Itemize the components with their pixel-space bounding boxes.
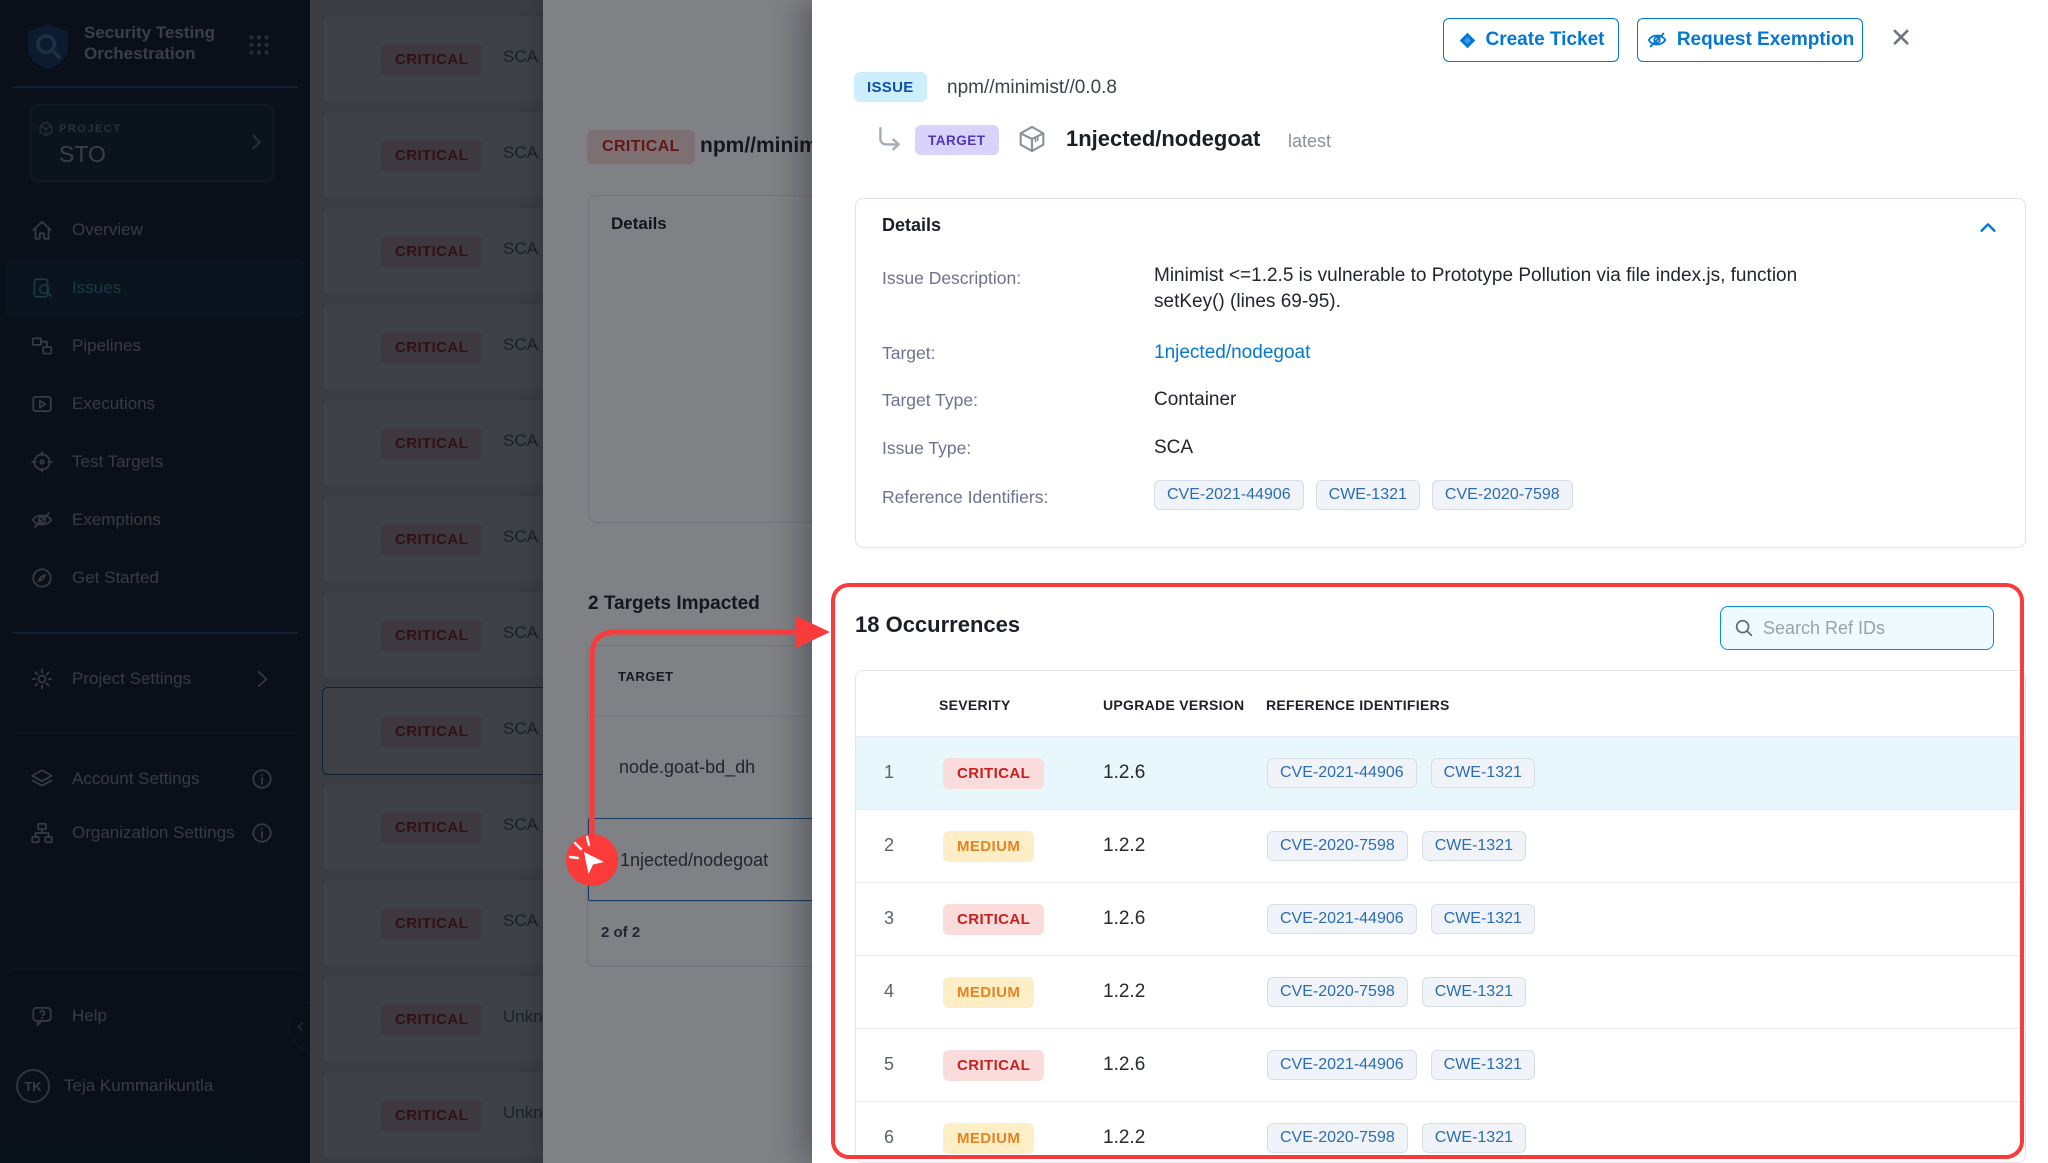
field-label: Issue Description: xyxy=(882,268,1021,289)
eye-off-icon xyxy=(1646,29,1668,51)
occurrence-detail-drawer: Create Ticket Request Exemption ✕ ISSUE … xyxy=(812,0,2048,1163)
upgrade-version: 1.2.6 xyxy=(1103,762,1145,784)
search-icon xyxy=(1733,617,1755,639)
app-root: Security Testing Orchestration PROJECT S… xyxy=(0,0,2048,1163)
details-heading: Details xyxy=(882,215,941,236)
ref-id-chip[interactable]: CWE-1321 xyxy=(1431,758,1535,788)
issue-kind-badge: ISSUE xyxy=(854,72,927,102)
reference-identifier-chips: CVE-2021-44906 CWE-1321 xyxy=(1267,758,1535,788)
target-type-value: Container xyxy=(1154,387,1236,413)
issue-id: npm//minimist//0.0.8 xyxy=(947,77,1117,99)
occurrence-row[interactable]: 4 MEDIUM 1.2.2 CVE-2020-7598 CWE-1321 xyxy=(856,955,2026,1028)
return-arrow-icon xyxy=(875,126,903,152)
reference-identifier-chips: CVE-2020-7598 CWE-1321 xyxy=(1267,977,1526,1007)
chevron-up-icon[interactable] xyxy=(1977,217,1999,239)
row-number: 2 xyxy=(884,835,894,856)
column-header: REFERENCE IDENTIFIERS xyxy=(1266,697,1450,713)
occurrences-rows: 1 CRITICAL 1.2.6 CVE-2021-44906CWE-1321 … xyxy=(856,736,2026,1163)
ref-id-chip[interactable]: CVE-2020-7598 xyxy=(1267,831,1408,861)
diamond-icon xyxy=(1458,31,1477,50)
row-number: 5 xyxy=(884,1054,894,1075)
field-label: Target Type: xyxy=(882,390,978,411)
upgrade-version: 1.2.2 xyxy=(1103,981,1145,1003)
ref-id-chip[interactable]: CWE-1321 xyxy=(1422,831,1526,861)
ref-id-chip[interactable]: CWE-1321 xyxy=(1431,1050,1535,1080)
ref-id-chip[interactable]: CWE-1321 xyxy=(1316,480,1420,510)
row-number: 3 xyxy=(884,908,894,929)
row-number: 6 xyxy=(884,1127,894,1148)
issue-type-value: SCA xyxy=(1154,435,1193,461)
severity-badge: CRITICAL xyxy=(943,1050,1044,1081)
upgrade-version: 1.2.2 xyxy=(1103,1127,1145,1149)
modal-overlay-front xyxy=(0,0,812,1163)
occurrences-table-header: SEVERITY UPGRADE VERSION REFERENCE IDENT… xyxy=(856,671,2026,736)
request-exemption-button[interactable]: Request Exemption xyxy=(1637,18,1863,62)
issue-description-value: Minimist <=1.2.5 is vulnerable to Protot… xyxy=(1154,263,1797,315)
severity-badge: CRITICAL xyxy=(943,758,1044,789)
column-header: UPGRADE VERSION xyxy=(1103,697,1244,713)
reference-identifier-chips: CVE-2021-44906 CWE-1321 CVE-2020-7598 xyxy=(1154,480,1573,510)
reference-identifier-chips: CVE-2021-44906 CWE-1321 xyxy=(1267,1050,1535,1080)
field-label: Target: xyxy=(882,343,936,364)
create-ticket-button[interactable]: Create Ticket xyxy=(1443,18,1619,62)
occurrence-row[interactable]: 2 MEDIUM 1.2.2 CVE-2020-7598 CWE-1321 xyxy=(856,809,2026,882)
search-ref-ids[interactable] xyxy=(1720,606,1994,650)
ref-id-chip[interactable]: CVE-2020-7598 xyxy=(1267,977,1408,1007)
details-card: Details Issue Description: Minimist <=1.… xyxy=(855,198,2026,548)
ref-id-chip[interactable]: CVE-2021-44906 xyxy=(1267,904,1417,934)
reference-identifier-chips: CVE-2021-44906 CWE-1321 xyxy=(1267,904,1535,934)
ref-id-chip[interactable]: CWE-1321 xyxy=(1422,977,1526,1007)
ref-id-chip[interactable]: CVE-2021-44906 xyxy=(1267,1050,1417,1080)
occurrence-row[interactable]: 3 CRITICAL 1.2.6 CVE-2021-44906 CWE-1321 xyxy=(856,882,2026,955)
ref-id-chip[interactable]: CVE-2021-44906 xyxy=(1154,480,1304,510)
target-kind-badge: TARGET xyxy=(915,125,999,155)
reference-identifier-chips: CVE-2020-7598 CWE-1321 xyxy=(1267,1123,1526,1153)
ref-id-chip[interactable]: CVE-2021-44906 xyxy=(1267,758,1417,788)
reference-identifier-chips: CVE-2020-7598 CWE-1321 xyxy=(1267,831,1526,861)
occurrences-table: SEVERITY UPGRADE VERSION REFERENCE IDENT… xyxy=(855,670,2026,1163)
upgrade-version: 1.2.2 xyxy=(1103,835,1145,857)
ref-id-chip[interactable]: CWE-1321 xyxy=(1422,1123,1526,1153)
occurrences-heading: 18 Occurrences xyxy=(855,612,1020,638)
ref-id-chip[interactable]: CVE-2020-7598 xyxy=(1267,1123,1408,1153)
severity-badge: MEDIUM xyxy=(943,1123,1034,1154)
severity-badge: MEDIUM xyxy=(943,831,1034,862)
occurrence-row[interactable]: 5 CRITICAL 1.2.6 CVE-2021-44906 CWE-1321 xyxy=(856,1028,2026,1101)
target-name: 1njected/nodegoat xyxy=(1066,126,1260,152)
ref-id-chip[interactable]: CWE-1321 xyxy=(1431,904,1535,934)
occurrence-row[interactable]: 6 MEDIUM 1.2.2 CVE-2020-7598 CWE-1321 xyxy=(856,1101,2026,1163)
column-header: SEVERITY xyxy=(939,697,1011,713)
upgrade-version: 1.2.6 xyxy=(1103,1054,1145,1076)
severity-badge: CRITICAL xyxy=(943,904,1044,935)
target-link[interactable]: 1njected/nodegoat xyxy=(1154,340,1310,366)
occurrence-row[interactable]: 1 CRITICAL 1.2.6 CVE-2021-44906 CWE-1321 xyxy=(856,736,2026,809)
row-number: 1 xyxy=(884,762,894,783)
field-label: Reference Identifiers: xyxy=(882,487,1048,508)
search-input[interactable] xyxy=(1763,618,1963,639)
field-label: Issue Type: xyxy=(882,438,971,459)
severity-badge: MEDIUM xyxy=(943,977,1034,1008)
row-number: 4 xyxy=(884,981,894,1002)
package-icon xyxy=(1015,122,1049,156)
target-tag: latest xyxy=(1288,131,1331,152)
upgrade-version: 1.2.6 xyxy=(1103,908,1145,930)
close-icon[interactable]: ✕ xyxy=(1883,20,1919,56)
ref-id-chip[interactable]: CVE-2020-7598 xyxy=(1432,480,1573,510)
